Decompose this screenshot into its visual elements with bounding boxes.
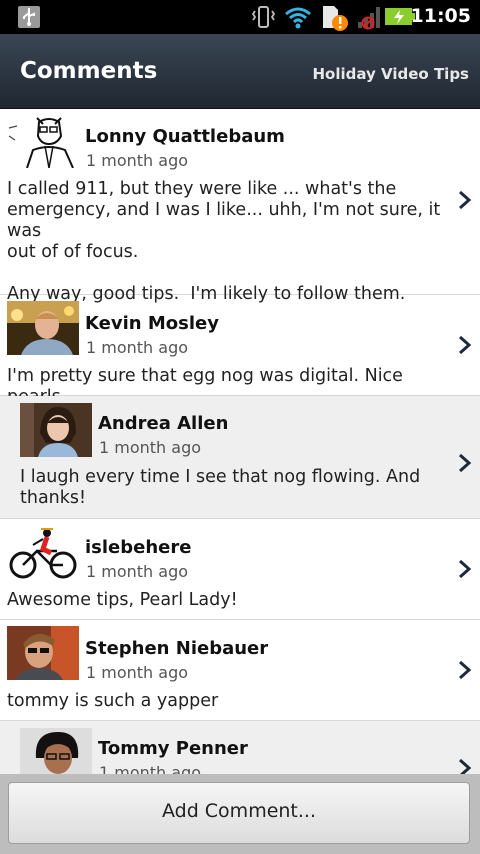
list-item-reply[interactable]: Andrea Allen 1 month ago I laugh every t… (0, 396, 480, 519)
avatar (7, 626, 79, 680)
status-bar: 11:05 (0, 0, 480, 34)
comment-author: Lonny Quattlebaum (85, 126, 285, 147)
comment-text: I called 911, but they were like ... wha… (7, 179, 441, 304)
comment-author: Tommy Penner (98, 738, 248, 759)
list-item[interactable]: Kevin Mosley 1 month ago I'm pretty sure… (0, 295, 480, 407)
avatar (7, 114, 79, 168)
comment-text: tommy is such a yapper (7, 691, 219, 711)
comment-author: Stephen Niebauer (85, 638, 269, 659)
comment-list[interactable]: Lonny Quattlebaum 1 month ago I called 9… (0, 108, 480, 774)
usb-icon (18, 6, 40, 28)
chevron-right-icon (459, 559, 472, 579)
avatar (7, 525, 79, 579)
signal-icon (358, 7, 380, 30)
wifi-icon (285, 7, 311, 29)
comment-time: 1 month ago (86, 151, 189, 170)
comment-time: 1 month ago (86, 338, 189, 357)
video-title[interactable]: Holiday Video Tips (312, 65, 469, 83)
chevron-right-icon (459, 335, 472, 355)
chevron-right-icon (459, 453, 472, 473)
list-item[interactable]: Lonny Quattlebaum 1 month ago I called 9… (0, 108, 480, 304)
chevron-right-icon (459, 660, 472, 680)
avatar (20, 728, 92, 774)
list-item[interactable]: islebehere 1 month ago Awesome tips, Pea… (0, 519, 480, 620)
status-time: 11:05 (410, 5, 471, 27)
bottom-bar: Add Comment... (0, 774, 480, 854)
comment-text: I laugh every time I see that nog flowin… (20, 467, 421, 508)
chevron-right-icon (459, 758, 472, 774)
vibrate-icon (251, 6, 276, 28)
add-comment-button[interactable]: Add Comment... (8, 782, 470, 844)
comment-time: 1 month ago (86, 663, 189, 682)
chevron-right-icon (459, 190, 472, 210)
list-item[interactable]: Stephen Niebauer 1 month ago tommy is su… (0, 620, 480, 721)
avatar (20, 403, 92, 457)
add-comment-label: Add Comment... (161, 800, 317, 822)
action-bar: Comments Holiday Video Tips (0, 34, 480, 109)
comment-time: 1 month ago (99, 438, 202, 457)
page-title: Comments (20, 58, 158, 84)
list-item-reply[interactable]: Tommy Penner 1 month ago (0, 721, 480, 774)
comment-author: Andrea Allen (98, 413, 229, 434)
sd-card-alert-icon (323, 6, 348, 31)
comment-author: Kevin Mosley (85, 313, 219, 334)
comment-author: islebehere (85, 537, 192, 558)
comment-text: Awesome tips, Pearl Lady! (7, 590, 238, 610)
comment-time: 1 month ago (86, 562, 189, 581)
comment-time: 1 month ago (99, 763, 202, 774)
avatar (7, 301, 79, 355)
